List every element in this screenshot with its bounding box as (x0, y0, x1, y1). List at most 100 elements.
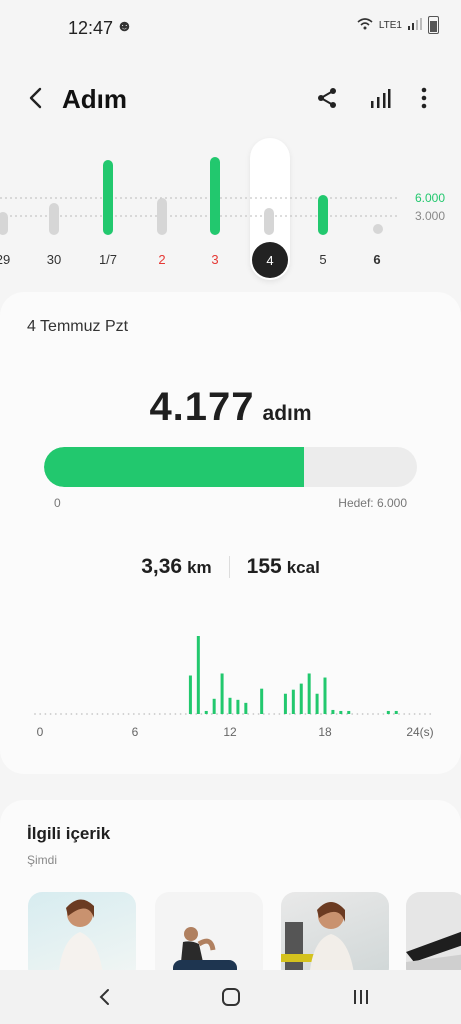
half-goal-line-label: 3.000 (414, 209, 445, 223)
baseline-dot (361, 713, 364, 715)
baseline-dot (184, 713, 187, 715)
day-label-29[interactable]: 29 (0, 252, 23, 267)
related-thumbnail-2[interactable] (155, 892, 263, 982)
selected-date: 4 Temmuz Pzt (27, 318, 129, 335)
hourly-bar (212, 698, 216, 714)
hourly-bar (394, 710, 398, 714)
related-thumbnail-3[interactable] (281, 892, 389, 982)
baseline-dot (408, 713, 411, 715)
related-subtitle: Şimdi (27, 853, 58, 867)
baseline-dot (273, 713, 276, 715)
notification-icon: ☻ (116, 18, 133, 35)
nav-back-button[interactable] (84, 980, 124, 1014)
day-label-5[interactable]: 5 (303, 252, 343, 267)
baseline-dot (127, 713, 130, 715)
week-bar-5 (318, 195, 328, 235)
baseline-dot (153, 713, 156, 715)
baseline-dot (424, 713, 426, 715)
hourly-bar (188, 675, 192, 714)
day-label-3[interactable]: 3 (195, 252, 235, 267)
nav-back-icon (99, 989, 109, 1005)
baseline-dot (372, 713, 374, 715)
hourly-bar (244, 702, 248, 714)
baseline-dot (418, 713, 421, 715)
related-thumbnail-4[interactable] (406, 892, 461, 982)
nav-home-button[interactable] (211, 980, 251, 1014)
day-label-30[interactable]: 30 (34, 252, 74, 267)
calories-value: 155 (246, 555, 282, 578)
stats-divider (228, 556, 230, 578)
baseline-dot (164, 713, 166, 715)
baseline-dot (242, 713, 244, 715)
baseline-dot (101, 713, 104, 715)
day-label-6[interactable]: 6 (357, 252, 397, 267)
more-options-button[interactable] (408, 82, 440, 114)
week-bar-4 (264, 208, 274, 235)
baseline-dot (278, 713, 281, 715)
x-tick-label: 24(s) (406, 725, 433, 739)
baseline-dot (398, 713, 400, 715)
progress-min-label: 0 (54, 496, 61, 510)
baseline-dot (117, 713, 120, 715)
back-button[interactable] (20, 82, 52, 114)
hourly-bar (196, 636, 200, 714)
week-bar-30 (49, 203, 59, 235)
baseline-dot (288, 713, 291, 715)
related-thumbnail-1[interactable] (28, 892, 136, 982)
baseline-dot (49, 713, 52, 715)
status-time: 12:47 (68, 18, 114, 38)
steps-count: 4.177 (149, 385, 255, 429)
baseline-dot (44, 713, 47, 715)
day-label-1-7[interactable]: 1/7 (88, 252, 128, 267)
share-button[interactable] (311, 82, 343, 114)
baseline-dot (403, 713, 406, 715)
status-icons: LTE1 (357, 16, 439, 34)
goal-line-label: 6.000 (414, 191, 445, 205)
baseline-dot (351, 713, 354, 715)
baseline-dot (174, 713, 177, 715)
exercise-photo-icon (173, 927, 237, 982)
baseline-dot (132, 713, 135, 715)
baseline-dot (122, 713, 125, 715)
day-label-2[interactable]: 2 (142, 252, 182, 267)
week-bar-1-7 (103, 160, 113, 235)
stats-row: 3,36 km 155 kcal (0, 555, 461, 579)
nav-recents-button[interactable] (341, 980, 381, 1014)
hourly-bar (386, 710, 390, 714)
page-title: Adım (62, 84, 127, 114)
baseline-dot (366, 713, 369, 715)
baseline-dot (304, 713, 307, 715)
baseline-dot (413, 713, 416, 715)
baseline-dot (148, 713, 151, 715)
x-tick-label: 12 (223, 725, 237, 739)
baseline-dot (210, 713, 213, 715)
goal-label: Hedef: 6.000 (338, 496, 407, 510)
hourly-bar (204, 710, 208, 714)
steps-unit: adım (262, 402, 312, 425)
baseline-dot (39, 713, 42, 715)
baseline-dot (80, 713, 83, 715)
hourly-bar (339, 710, 343, 714)
chart-view-button[interactable] (364, 82, 396, 114)
baseline-dot (320, 713, 322, 715)
baseline-dot (429, 713, 432, 715)
hourly-steps-chart: 0 6 12 18 24(s) (34, 636, 434, 739)
week-bar-2 (157, 198, 167, 235)
wifi-icon (357, 17, 373, 33)
day-label-4-selected[interactable]: 4 (252, 242, 288, 278)
hourly-bar (307, 673, 311, 714)
steps-display: 4.177 adım (0, 385, 461, 430)
x-tick-label: 0 (37, 725, 44, 739)
battery-icon (428, 16, 439, 34)
baseline-dot (195, 713, 198, 715)
goal-progress-fill (44, 447, 304, 487)
calories-unit: kcal (286, 558, 320, 577)
hourly-bar (291, 689, 295, 714)
baseline-dot (226, 713, 229, 715)
hourly-bar (283, 693, 287, 714)
baseline-dot (169, 713, 172, 715)
baseline-dot (268, 713, 270, 715)
x-tick-label: 6 (132, 725, 139, 739)
baseline-dot (231, 713, 234, 715)
baseline-dot (392, 713, 395, 715)
